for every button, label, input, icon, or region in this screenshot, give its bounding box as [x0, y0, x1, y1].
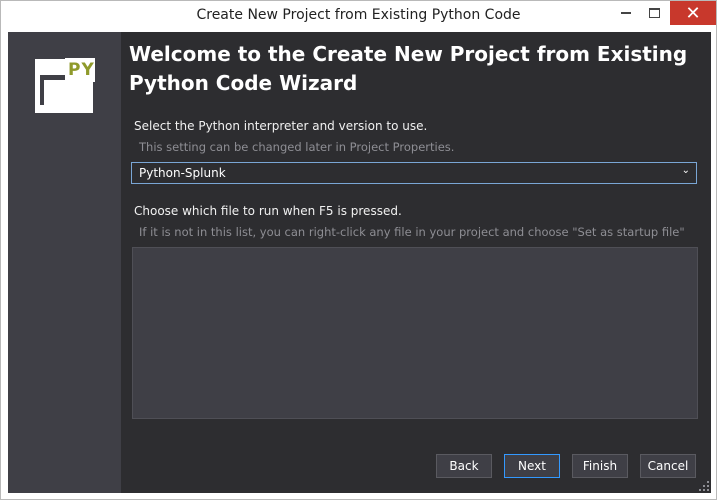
title-bar: Create New Project from Existing Python … — [1, 1, 716, 32]
close-button[interactable]: ✕ — [670, 1, 716, 25]
window-title: Create New Project from Existing Python … — [196, 7, 521, 23]
maximize-button[interactable] — [641, 1, 667, 25]
wizard-sidebar: PY — [8, 32, 121, 493]
finish-button[interactable]: Finish — [572, 454, 628, 478]
chevron-down-icon: ⌄ — [681, 165, 690, 176]
logo-text: PY — [68, 60, 95, 80]
back-button[interactable]: Back — [436, 454, 492, 478]
close-icon: ✕ — [685, 2, 701, 24]
wizard-body: PY Welcome to the Create New Project fro… — [8, 32, 711, 493]
startup-file-list[interactable] — [132, 247, 698, 419]
interpreter-dropdown[interactable]: Python-Splunk ⌄ — [131, 162, 697, 184]
minimize-button[interactable] — [613, 1, 639, 25]
next-button[interactable]: Next — [504, 454, 560, 478]
python-project-logo: PY — [35, 58, 95, 113]
page-title: Welcome to the Create New Project from E… — [129, 42, 688, 95]
minimize-icon — [621, 12, 631, 14]
wizard-window: Create New Project from Existing Python … — [0, 0, 717, 500]
maximize-icon — [648, 8, 660, 18]
interpreter-label: Select the Python interpreter and versio… — [134, 119, 428, 133]
interpreter-hint: This setting can be changed later in Pro… — [139, 140, 455, 154]
startup-file-label: Choose which file to run when F5 is pres… — [134, 204, 402, 218]
wizard-content: Welcome to the Create New Project from E… — [121, 32, 711, 493]
logo-window — [44, 80, 89, 108]
resize-grip-icon[interactable] — [699, 481, 709, 491]
startup-file-hint: If it is not in this list, you can right… — [139, 225, 685, 239]
cancel-button[interactable]: Cancel — [640, 454, 696, 478]
interpreter-selected-value: Python-Splunk — [139, 166, 226, 180]
